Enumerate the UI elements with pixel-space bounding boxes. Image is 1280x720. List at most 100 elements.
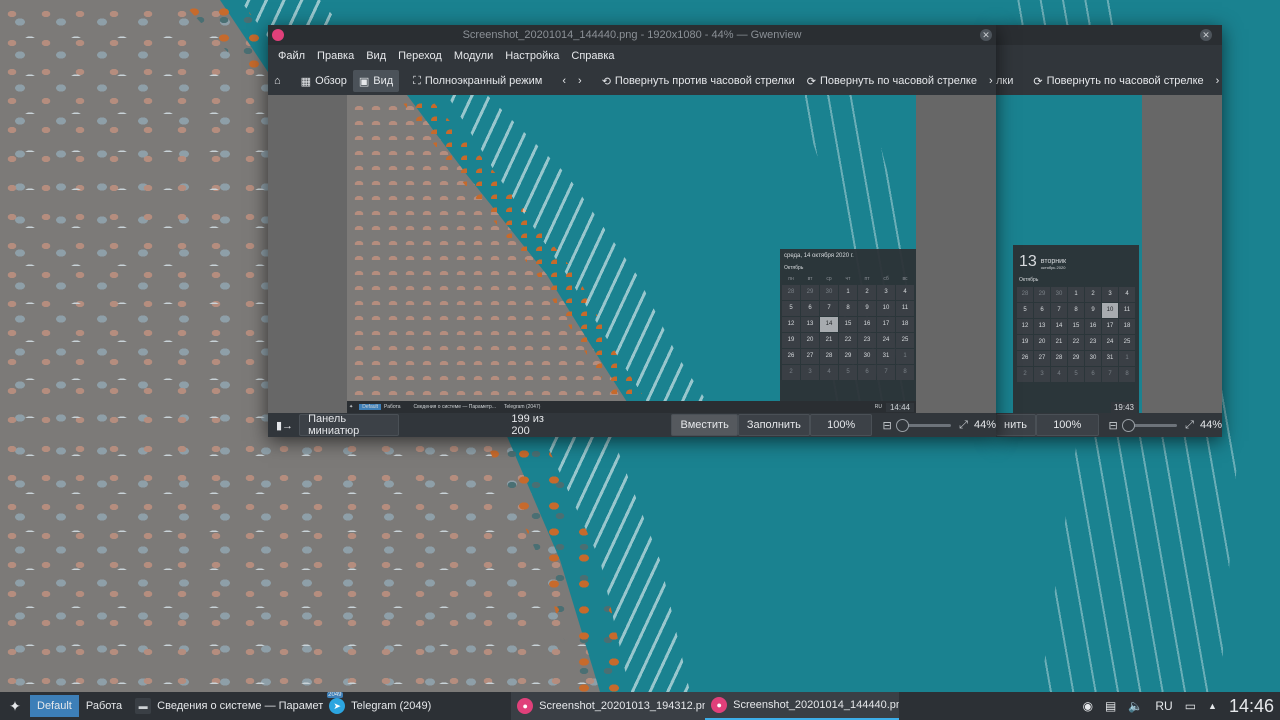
zoom-in-icon[interactable]: ⤢ <box>1185 419 1194 432</box>
calendar-day: 5 <box>1017 303 1033 318</box>
menu-file[interactable]: Файл <box>272 50 311 62</box>
fit-button[interactable]: Вместить <box>671 414 738 436</box>
zoom-out-icon[interactable]: ⊟ <box>882 419 891 432</box>
calendar-day: 12 <box>782 317 800 332</box>
task-telegram[interactable]: ➤ 2049 Telegram (2049) <box>323 692 511 720</box>
calendar-day: 11 <box>1119 303 1135 318</box>
calendar-day: 17 <box>1102 319 1118 334</box>
calendar-day: 30 <box>1085 351 1101 366</box>
zoom-slider[interactable] <box>1121 418 1178 432</box>
gwenview-window[interactable]: Screenshot_20201014_144440.png - 1920x10… <box>268 25 996 437</box>
calendar-day: 24 <box>1102 335 1118 350</box>
inner-calendar-popup: среда, 14 октября 2020 г. Октябрь пн вт ср… <box>780 249 916 401</box>
calendar-day: 14 <box>820 317 838 332</box>
inner-calendar-popup: 13 вторник октябрь 2020 Октябрь 28 29 30 1 2 3… <box>1013 245 1139 413</box>
calendar-day: 23 <box>858 333 876 348</box>
thumbnail-panel-button[interactable]: Панель миниатюр <box>299 413 400 437</box>
zoom-100-button[interactable]: 100% <box>809 414 873 436</box>
image-view[interactable]: среда, 14 октября 2020 г. Октябрь пн вт ср… <box>268 95 996 413</box>
calendar-day: 5 <box>1068 367 1084 382</box>
rotate-ccw-button[interactable]: лки <box>996 70 1019 92</box>
rotate-cw-button[interactable]: ⟳ Повернуть по часовой стрелке <box>801 70 983 92</box>
close-window-icon[interactable]: ✕ <box>980 29 992 41</box>
calendar-day: 28 <box>782 285 800 300</box>
calendar-day: 24 <box>877 333 895 348</box>
clipboard-icon[interactable]: ▤ <box>1105 699 1116 713</box>
window-titlebar[interactable]: ✕ <box>996 25 1222 45</box>
calendar-day: 1 <box>839 285 857 300</box>
chevron-right-icon: › <box>578 75 582 87</box>
gwenview-icon: ● <box>711 697 728 713</box>
fullscreen-button[interactable]: ⛶ Полноэкранный режим <box>407 70 548 92</box>
zoom-value: 44% <box>973 419 996 431</box>
sidebar-toggle-icon[interactable]: ▮→ <box>276 419 293 432</box>
inner-taskbar: ✦ Default Работа Сведения о системе — Па… <box>347 401 916 413</box>
zoom-in-icon[interactable]: ⤢ <box>959 419 968 432</box>
calendar-day: 7 <box>877 365 895 380</box>
application-launcher-button[interactable]: ✦ <box>0 692 30 720</box>
fill-button[interactable]: Заполнить <box>737 414 810 436</box>
calendar-day: 23 <box>1085 335 1101 350</box>
toolbar-overflow-button[interactable]: › <box>983 70 999 92</box>
calendar-day: 28 <box>820 349 838 364</box>
keyboard-layout-indicator[interactable]: RU <box>1155 699 1172 713</box>
monitor-icon: ▬ <box>135 698 152 714</box>
desktop-default[interactable]: Default <box>30 695 79 717</box>
calendar-day: 8 <box>1119 367 1135 382</box>
menu-view[interactable]: Вид <box>360 50 392 62</box>
rotate-cw-button[interactable]: ⟳ Повернуть по часовой стрелке <box>1027 70 1209 92</box>
network-globe-icon[interactable]: ◉ <box>1083 699 1093 713</box>
menu-settings[interactable]: Настройка <box>499 50 565 62</box>
zoom-out-icon[interactable]: ⊟ <box>1109 419 1118 432</box>
toolbar-overflow-button[interactable]: › <box>1210 70 1226 92</box>
gwenview-window-background[interactable]: ✕ лки ⟳ Повернуть по часовой стрелке › 13… <box>996 25 1222 437</box>
calendar-day: 1 <box>1068 287 1084 302</box>
display-icon[interactable]: ▭ <box>1185 699 1196 713</box>
calendar-day: 9 <box>858 301 876 316</box>
menu-go[interactable]: Переход <box>392 50 448 62</box>
calendar-day: 29 <box>1068 351 1084 366</box>
main-toolbar: ⌂ ▦ Обзор ▣ Вид ⛶ Полноэкранный режим ‹ › ⟲… <box>268 67 996 95</box>
calendar-day: 25 <box>896 333 914 348</box>
task-system-info[interactable]: ▬ Сведения о системе — Параметр... <box>129 692 323 720</box>
zoom-100-button[interactable]: 100% <box>1036 414 1099 436</box>
calendar-day: 22 <box>1068 335 1084 350</box>
image-view[interactable]: 13 вторник октябрь 2020 Октябрь 28 29 30 1 2 3… <box>996 95 1222 413</box>
gwenview-icon: ● <box>517 698 534 714</box>
view-button[interactable]: ▣ Вид <box>352 70 400 92</box>
calendar-day: 30 <box>858 349 876 364</box>
tray-expand-icon[interactable]: ▲ <box>1208 701 1217 711</box>
desktop-work[interactable]: Работа <box>79 695 129 717</box>
calendar-day: 4 <box>896 285 914 300</box>
calendar-day: 2 <box>1085 287 1101 302</box>
task-screenshot-2[interactable]: ● Screenshot_20201014_144440.png ... <box>705 692 900 720</box>
calendar-day: 15 <box>839 317 857 332</box>
menu-plugins[interactable]: Модули <box>448 50 499 62</box>
calendar-day: 20 <box>801 333 819 348</box>
volume-icon[interactable]: 🔈 <box>1128 699 1143 713</box>
clock[interactable]: 14:46 <box>1229 696 1274 717</box>
next-button[interactable]: › <box>572 70 588 92</box>
rotate-ccw-button[interactable]: ⟲ Повернуть против часовой стрелки <box>596 70 801 92</box>
calendar-day: 16 <box>858 317 876 332</box>
menu-help[interactable]: Справка <box>565 50 620 62</box>
calendar-day: 7 <box>820 301 838 316</box>
menu-edit[interactable]: Правка <box>311 50 360 62</box>
calendar-day: 29 <box>839 349 857 364</box>
window-titlebar[interactable]: Screenshot_20201014_144440.png - 1920x10… <box>268 25 996 45</box>
close-window-icon[interactable]: ✕ <box>1200 29 1212 41</box>
taskbar: ✦ Default Работа ▬ Сведения о системе — … <box>0 692 1280 720</box>
calendar-day: 20 <box>1034 335 1050 350</box>
calendar-day: 30 <box>820 285 838 300</box>
calendar-day: 18 <box>896 317 914 332</box>
calendar-day: 29 <box>1034 287 1050 302</box>
zoom-slider[interactable] <box>895 418 952 432</box>
overview-button[interactable]: ▦ Обзор <box>295 70 353 92</box>
previous-button[interactable]: ‹ <box>556 70 572 92</box>
home-button[interactable]: ⌂ <box>268 70 287 92</box>
task-screenshot-1[interactable]: ● Screenshot_20201013_194312.png ... <box>511 692 706 720</box>
calendar-day: 19 <box>782 333 800 348</box>
status-bar: нить 100% ⊟ ⤢ 44% <box>996 413 1222 437</box>
fill-button[interactable]: нить <box>996 414 1036 436</box>
calendar-day: 7 <box>1051 303 1067 318</box>
